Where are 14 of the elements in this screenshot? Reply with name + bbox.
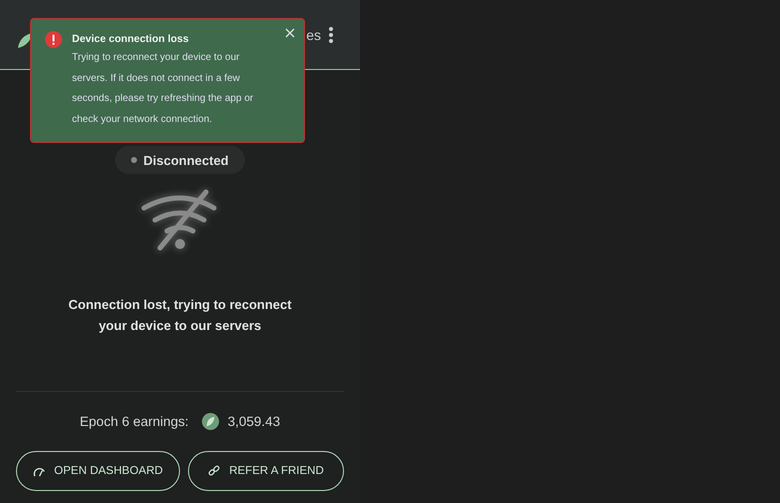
toast-title: Device connection loss <box>72 32 190 46</box>
user-label[interactable]: es <box>306 26 321 42</box>
status-label: Disconnected <box>143 152 229 168</box>
refer-button[interactable]: REFER A FRIEND <box>188 451 344 491</box>
close-icon[interactable] <box>285 28 295 38</box>
more-menu-icon[interactable] <box>328 26 334 44</box>
link-icon <box>208 464 222 478</box>
earnings-label: Epoch 6 earnings: <box>80 414 189 429</box>
toast-message: Trying to reconnect your device to our servers. If it does not connect in a few seconds, please try refreshing the app or check your network connection. <box>72 51 254 126</box>
connection-message: Connection lost, trying to reconnect your device to our servers <box>67 296 293 335</box>
earnings-value: 3,059.43 <box>228 414 280 429</box>
dashboard-button[interactable]: OPEN DASHBOARD <box>16 451 180 491</box>
alert-icon <box>45 31 62 48</box>
coin-icon <box>200 412 220 431</box>
